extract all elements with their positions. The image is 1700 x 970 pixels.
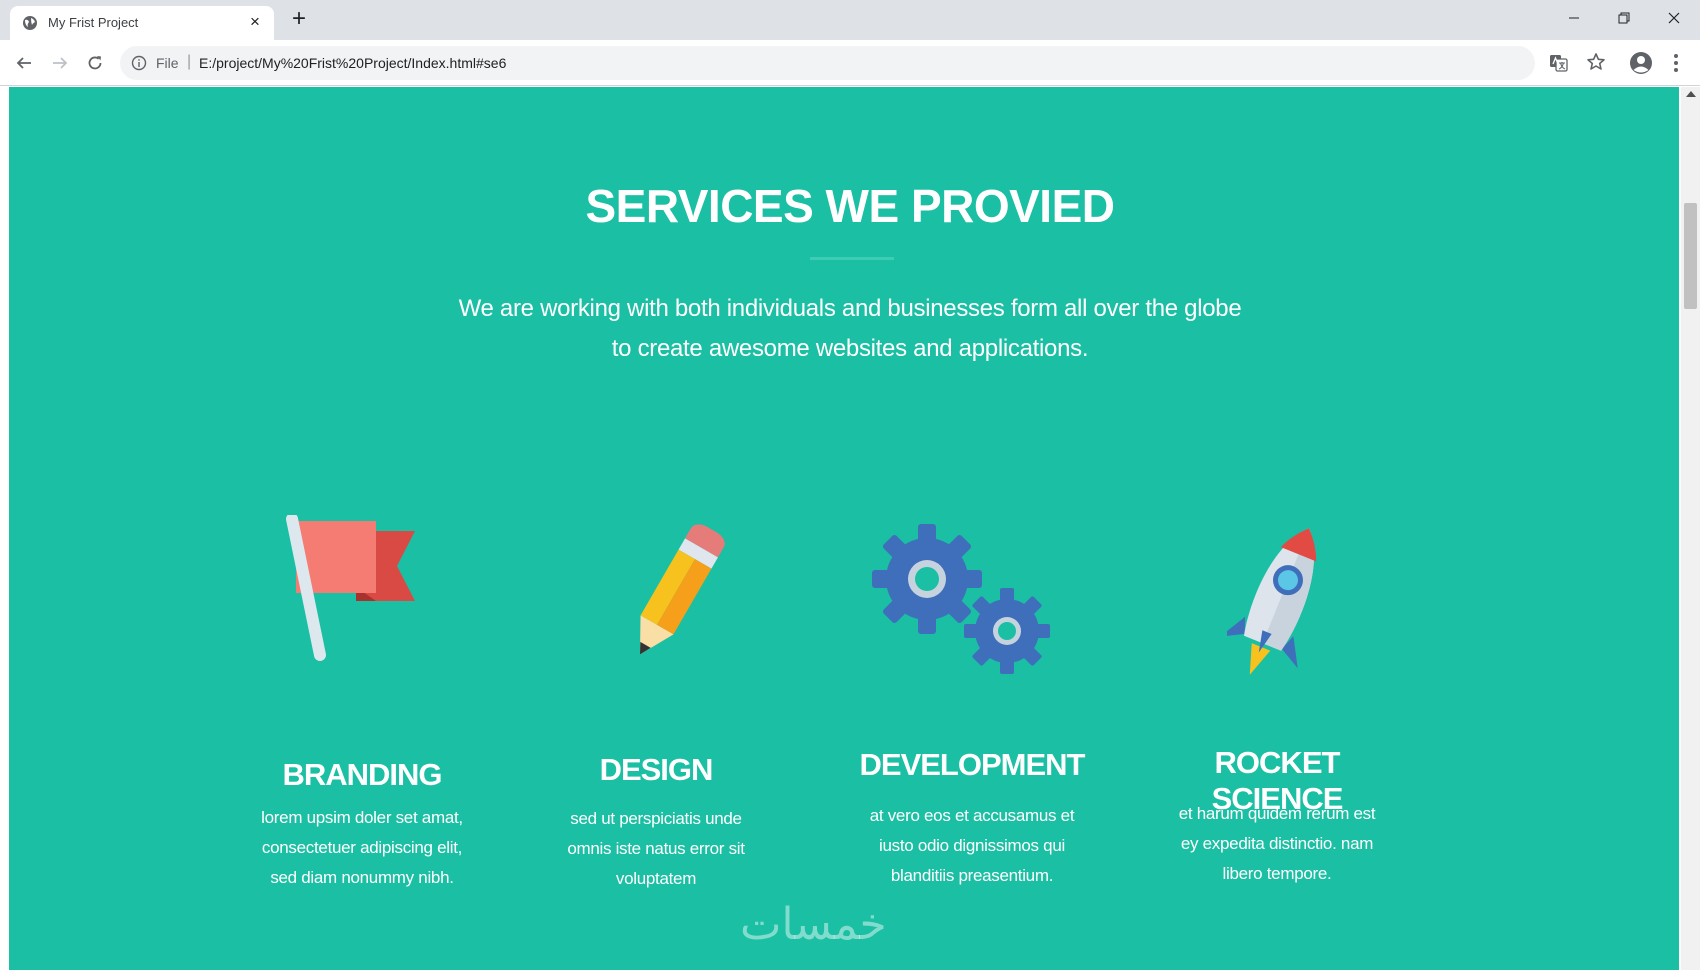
new-tab-button[interactable]: + <box>286 7 312 33</box>
translate-icon[interactable] <box>1548 52 1570 74</box>
forward-button[interactable] <box>47 50 73 76</box>
service-description-line: voluptatem <box>615 869 697 888</box>
service-description-line: blanditiis preasentium. <box>890 866 1054 885</box>
scroll-up-arrow-icon[interactable] <box>1686 91 1696 97</box>
service-description-line: consectetuer adipiscing elit, <box>261 838 463 857</box>
file-label: File <box>156 55 179 71</box>
kebab-menu-icon[interactable] <box>1666 52 1686 74</box>
service-description-line: libero tempore. <box>1222 864 1332 883</box>
bookmark-star-icon[interactable] <box>1586 52 1606 72</box>
service-description-line: at vero eos et accusamus et <box>869 806 1075 825</box>
tab-close-icon[interactable]: × <box>244 11 266 33</box>
restore-button[interactable] <box>1599 0 1649 36</box>
tab-title: My Frist Project <box>48 15 139 30</box>
service-description: et harum quidem rerum est ey expedita di… <box>1147 799 1407 889</box>
restore-icon <box>1618 12 1630 24</box>
page-viewport: SERVICES WE PROVIED We are working with … <box>0 87 1700 970</box>
address-bar[interactable]: File | E:/project/My%20Frist%20Project/I… <box>120 46 1535 80</box>
service-design: DESIGN sed ut perspiciatis unde omnis is… <box>526 87 786 970</box>
browser-toolbar: File | E:/project/My%20Frist%20Project/I… <box>0 40 1700 86</box>
service-description-line: iusto odio dignissimos qui <box>879 836 1065 855</box>
service-development: DEVELOPMENT at vero eos et accusamus et … <box>842 87 1102 970</box>
profile-avatar-icon[interactable] <box>1629 51 1653 75</box>
service-description: at vero eos et accusamus et iusto odio d… <box>842 801 1102 891</box>
browser-tab[interactable]: My Frist Project × <box>10 6 274 40</box>
url-text[interactable]: E:/project/My%20Frist%20Project/Index.ht… <box>199 55 506 71</box>
arrow-right-icon <box>53 57 68 69</box>
service-description-line: lorem upsim doler set amat, <box>261 808 463 827</box>
reload-button[interactable] <box>82 50 108 76</box>
service-description: lorem upsim doler set amat, consectetuer… <box>232 803 492 893</box>
globe-icon <box>23 16 37 30</box>
service-title: BRANDING <box>282 757 442 792</box>
service-title: DEVELOPMENT <box>859 747 1086 782</box>
flag-icon <box>286 515 415 661</box>
back-button[interactable] <box>11 50 37 76</box>
reload-icon <box>88 56 102 70</box>
service-description-line: sed diam nonummy nibh. <box>270 868 454 887</box>
service-description-line: ey expedita distinctio. nam <box>1180 834 1374 853</box>
service-description-line: et harum quidem rerum est <box>1178 804 1376 823</box>
window-close-button[interactable] <box>1649 0 1699 36</box>
minimize-button[interactable] <box>1549 0 1599 36</box>
minimize-icon <box>1569 17 1579 19</box>
close-icon <box>1668 12 1680 24</box>
url-separator: | <box>187 53 192 70</box>
browser-tab-bar: My Frist Project × + <box>0 0 1700 40</box>
watermark-logo: خمسات <box>740 899 887 950</box>
service-title: DESIGN <box>599 752 714 787</box>
service-rocket-science: ROCKET SCIENCE et harum quidem rerum est… <box>1147 87 1407 970</box>
info-icon[interactable] <box>131 55 147 71</box>
rocket-icon <box>1227 528 1317 675</box>
gears-icon <box>872 524 1050 674</box>
pencil-icon <box>640 524 725 655</box>
service-description: sed ut perspiciatis unde omnis iste natu… <box>526 804 786 894</box>
arrow-left-icon <box>16 57 31 69</box>
service-branding: BRANDING lorem upsim doler set amat, con… <box>232 87 492 970</box>
service-description-line: omnis iste natus error sit <box>567 839 745 858</box>
service-description-line: sed ut perspiciatis unde <box>570 809 742 828</box>
